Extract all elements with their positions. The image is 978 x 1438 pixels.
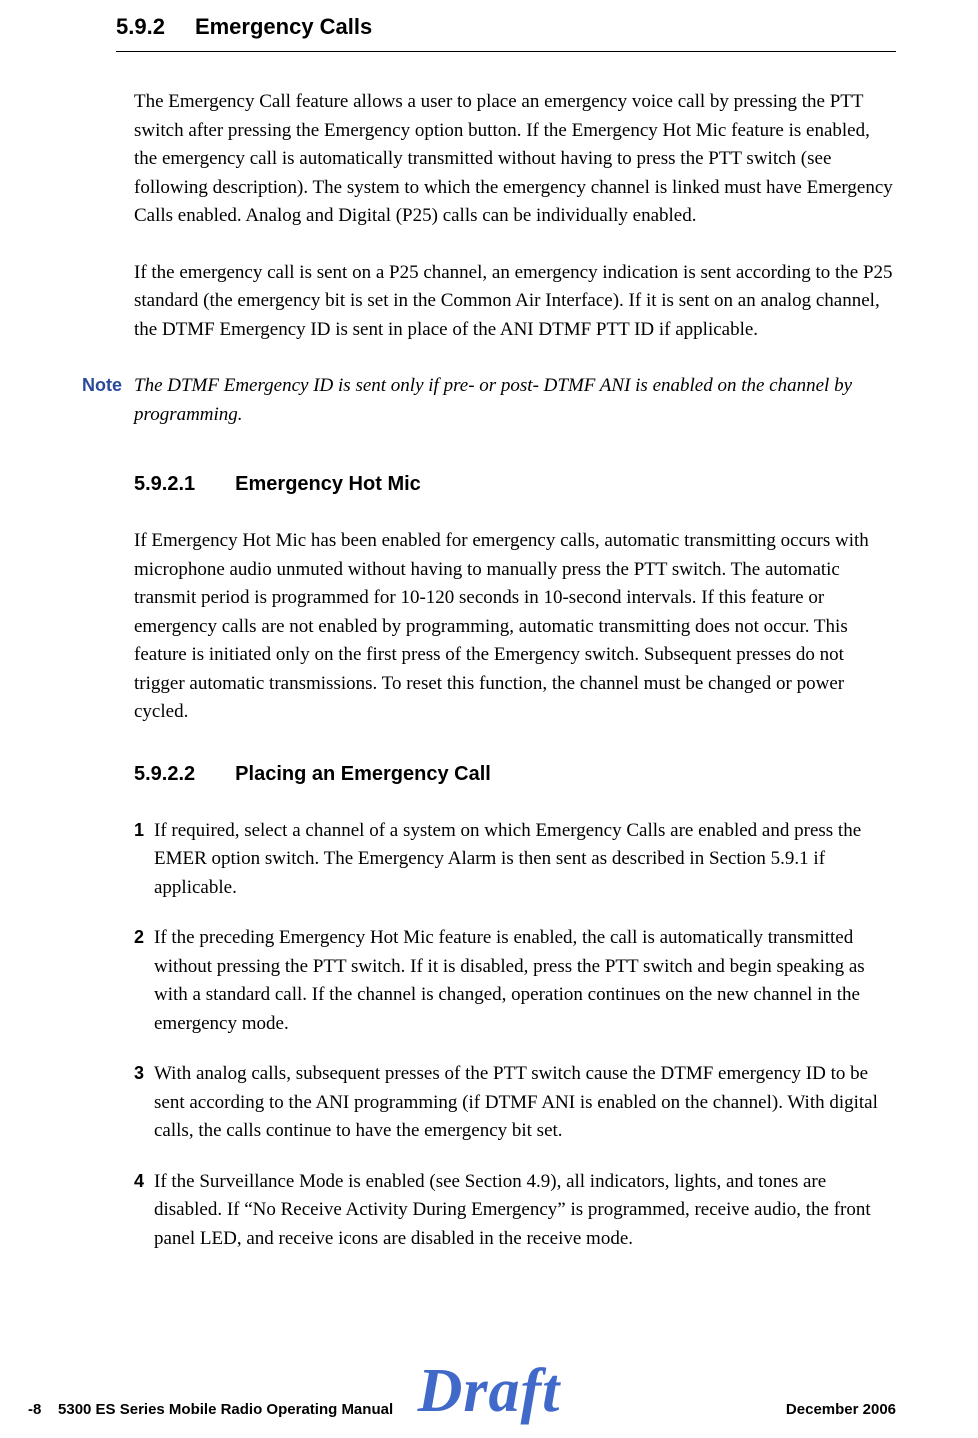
list-number: 2	[134, 924, 154, 1038]
list-text: If the Surveillance Mode is enabled (see…	[154, 1168, 896, 1254]
section-title: Emergency Calls	[195, 10, 372, 43]
paragraph: If the emergency call is sent on a P25 c…	[134, 259, 896, 345]
page-content: 5.9.2 Emergency Calls The Emergency Call…	[0, 0, 978, 1253]
manual-title: 5300 ES Series Mobile Radio Operating Ma…	[58, 1401, 393, 1418]
subsection-heading: 5.9.2.2 Placing an Emergency Call	[134, 759, 896, 789]
footer-left: -8 5300 ES Series Mobile Radio Operating…	[28, 1399, 393, 1422]
note-text: The DTMF Emergency ID is sent only if pr…	[134, 372, 896, 429]
list-item: 1 If required, select a channel of a sys…	[134, 817, 896, 903]
note-label: Note	[82, 372, 134, 399]
heading-rule	[116, 51, 896, 52]
list-number: 1	[134, 817, 154, 903]
list-text: If required, select a channel of a syste…	[154, 817, 896, 903]
subsection-title: Placing an Emergency Call	[235, 759, 491, 789]
draft-watermark: Draft	[418, 1345, 561, 1438]
subsection-number: 5.9.2.2	[134, 759, 195, 789]
paragraph: If Emergency Hot Mic has been enabled fo…	[134, 527, 896, 727]
footer-date: December 2006	[786, 1399, 896, 1422]
page-footer: -8 5300 ES Series Mobile Radio Operating…	[0, 1399, 978, 1422]
subsection-heading: 5.9.2.1 Emergency Hot Mic	[134, 469, 896, 499]
section-heading: 5.9.2 Emergency Calls	[116, 10, 896, 43]
list-number: 4	[134, 1168, 154, 1254]
subsection-number: 5.9.2.1	[134, 469, 195, 499]
list-item: 3 With analog calls, subsequent presses …	[134, 1060, 896, 1146]
note-block: Note The DTMF Emergency ID is sent only …	[82, 372, 896, 429]
list-item: 4 If the Surveillance Mode is enabled (s…	[134, 1168, 896, 1254]
list-text: If the preceding Emergency Hot Mic featu…	[154, 924, 896, 1038]
list-number: 3	[134, 1060, 154, 1146]
paragraph: The Emergency Call feature allows a user…	[134, 88, 896, 231]
subsection-title: Emergency Hot Mic	[235, 469, 421, 499]
section-number: 5.9.2	[116, 10, 165, 43]
list-item: 2 If the preceding Emergency Hot Mic fea…	[134, 924, 896, 1038]
page-number: -8	[28, 1401, 41, 1418]
list-text: With analog calls, subsequent presses of…	[154, 1060, 896, 1146]
